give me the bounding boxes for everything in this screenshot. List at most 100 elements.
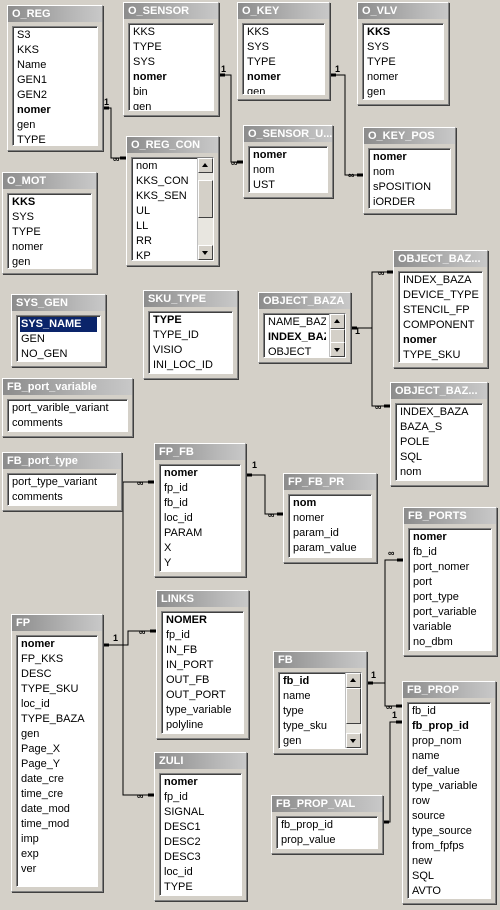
field-item[interactable]: nomer (11, 240, 88, 255)
field-item[interactable]: comments (11, 416, 124, 431)
table-fb[interactable]: FB fb_id name type type_sku gen (273, 651, 367, 754)
field-item[interactable]: row (411, 794, 487, 809)
field-item[interactable]: NOMER (165, 613, 240, 628)
field-item[interactable]: from_fpfps (411, 839, 487, 854)
table-title[interactable]: FB_port_type (3, 453, 121, 469)
field-item[interactable]: port_variable (412, 605, 488, 620)
field-item[interactable]: TYPE (246, 55, 321, 70)
field-item[interactable]: loc_id (20, 697, 94, 712)
field-item[interactable]: nom (252, 163, 324, 178)
table-links[interactable]: LINKS NOMER fp_id IN_FB IN_PORT OUT_FB OUT_POR… (156, 590, 249, 739)
field-item[interactable]: NAME_BAZA (267, 315, 326, 330)
field-item[interactable]: name (411, 749, 487, 764)
field-item[interactable]: DESC2 (163, 835, 238, 850)
field-item[interactable]: bin (132, 85, 210, 100)
field-item[interactable]: KKS (132, 25, 210, 40)
scroll-thumb[interactable] (346, 688, 361, 724)
table-title[interactable]: FB (274, 652, 366, 668)
field-item[interactable]: nomer (163, 466, 237, 481)
field-item[interactable]: gen (16, 118, 94, 133)
table-fp[interactable]: FP nomer FP_KKS DESC TYPE_SKU loc_id TYPE_BAZA… (11, 614, 103, 892)
field-list[interactable]: S3 KKS Name GEN1 GEN2 nomer gen TYPE (12, 26, 98, 146)
field-list[interactable]: nomer nom sPOSITION iORDER (368, 148, 451, 209)
table-title[interactable]: FB_port_variable (3, 379, 132, 395)
field-item[interactable]: POLE (399, 435, 479, 450)
table-fb-prop-val[interactable]: FB_PROP_VAL fb_prop_id prop_value (271, 795, 383, 854)
table-title[interactable]: O_REG (8, 6, 102, 22)
field-item[interactable]: SQL (399, 450, 479, 465)
field-item[interactable]: DESC1 (163, 820, 238, 835)
field-item[interactable]: INDEX_BAZA (402, 273, 479, 288)
field-list[interactable]: port_type_variant comments (7, 473, 117, 506)
field-item[interactable]: TYPE (132, 40, 210, 55)
field-item[interactable]: port_type_variant (11, 475, 113, 490)
table-o-mot[interactable]: O_MOT KKS SYS TYPE nomer gen (2, 172, 97, 274)
field-item[interactable]: nom (135, 159, 194, 174)
field-list[interactable]: NAME_BAZAINDEX_BAZAOBJECT (263, 313, 346, 358)
field-item[interactable]: fp_id (163, 481, 237, 496)
field-item[interactable]: gen (366, 85, 440, 99)
table-title[interactable]: FP (12, 615, 102, 631)
table-o-vlv[interactable]: O_VLV KKS SYS TYPE nomer gen (357, 2, 449, 105)
field-item[interactable]: KKS_CON (135, 174, 194, 189)
field-item[interactable]: NO_GEN (20, 347, 97, 361)
field-list[interactable]: KKS SYS TYPE nomer gen (362, 23, 444, 100)
field-item[interactable]: nomer (20, 637, 94, 652)
table-o-key[interactable]: O_KEY KKS SYS TYPE nomer gen (237, 2, 330, 100)
field-list[interactable]: nomer fb_id port_nomer port port_type port_va… (408, 528, 492, 651)
field-item[interactable]: port_type (412, 590, 488, 605)
field-list[interactable]: fb_id name type type_sku gen (278, 672, 362, 749)
table-title[interactable]: O_MOT (3, 173, 96, 189)
field-item[interactable]: exp (20, 847, 94, 862)
field-list[interactable]: INDEX_BAZA BAZA_S POLE SQL nom (395, 403, 483, 481)
field-item[interactable]: GEN (20, 332, 97, 347)
table-title[interactable]: O_KEY_POS (364, 128, 455, 144)
field-item[interactable]: gen (282, 734, 342, 748)
field-item[interactable]: date_mod (20, 802, 94, 817)
field-list[interactable]: nomer fp_id fb_id loc_id PARAM X Y (159, 464, 241, 572)
field-list[interactable]: nomer nom UST (248, 146, 328, 193)
vertical-scrollbar[interactable] (329, 314, 345, 357)
field-item[interactable]: port_varible_variant (11, 401, 124, 416)
field-item[interactable]: TYPE_ID (152, 328, 229, 343)
field-item[interactable]: gen (11, 255, 88, 268)
field-item[interactable]: Page_Y (20, 757, 94, 772)
field-item[interactable]: DESC (20, 667, 94, 682)
field-item[interactable]: UST (252, 178, 324, 192)
table-title[interactable]: OBJECT_BAZ... (391, 383, 487, 399)
field-item[interactable]: Name (16, 58, 94, 73)
field-item[interactable]: SYS (11, 210, 88, 225)
table-title[interactable]: O_REG_CON (127, 137, 218, 153)
field-list[interactable]: nomer FP_KKS DESC TYPE_SKU loc_id TYPE_BAZA ge… (16, 635, 98, 887)
field-item[interactable]: TYPE (16, 133, 94, 145)
field-item[interactable]: sPOSITION (372, 180, 447, 195)
field-item[interactable]: KKS (16, 43, 94, 58)
table-object-baza[interactable]: OBJECT_BAZA NAME_BAZAINDEX_BAZAOBJECT (258, 292, 351, 363)
scroll-down-arrow-icon[interactable] (198, 245, 213, 260)
field-item[interactable]: port_nomer (412, 560, 488, 575)
relationship-line[interactable] (367, 682, 402, 707)
field-item[interactable]: fb_prop_id (411, 719, 487, 734)
relationship-line[interactable] (246, 474, 283, 515)
field-item[interactable]: param_value (292, 541, 368, 556)
table-title[interactable]: FB_PORTS (404, 508, 496, 524)
table-title[interactable]: OBJECT_BAZ... (394, 251, 487, 267)
field-item[interactable]: IN_FB (165, 643, 240, 658)
field-item[interactable]: DESC3 (163, 850, 238, 865)
relationship-line[interactable] (103, 644, 154, 796)
field-item[interactable]: FP_KKS (20, 652, 94, 667)
vertical-scrollbar[interactable] (345, 673, 361, 748)
field-item[interactable]: nom (399, 465, 479, 480)
table-title[interactable]: FP_FB (155, 444, 245, 460)
table-fb-port-type[interactable]: FB_port_type port_type_variant comments (2, 452, 122, 511)
field-item[interactable]: time_cre (20, 787, 94, 802)
field-item[interactable]: type (282, 704, 342, 719)
field-item[interactable]: type_sku (282, 719, 342, 734)
field-item[interactable]: imp (20, 832, 94, 847)
table-object-baz-2[interactable]: OBJECT_BAZ... INDEX_BAZA BAZA_S POLE SQL nom (390, 382, 488, 486)
field-list[interactable]: KKS SYS TYPE nomer gen (7, 193, 92, 269)
field-item[interactable]: fb_id (163, 496, 237, 511)
field-item[interactable]: fp_id (163, 790, 238, 805)
field-item[interactable]: type_variable (411, 779, 487, 794)
relationship-line[interactable] (351, 327, 390, 407)
